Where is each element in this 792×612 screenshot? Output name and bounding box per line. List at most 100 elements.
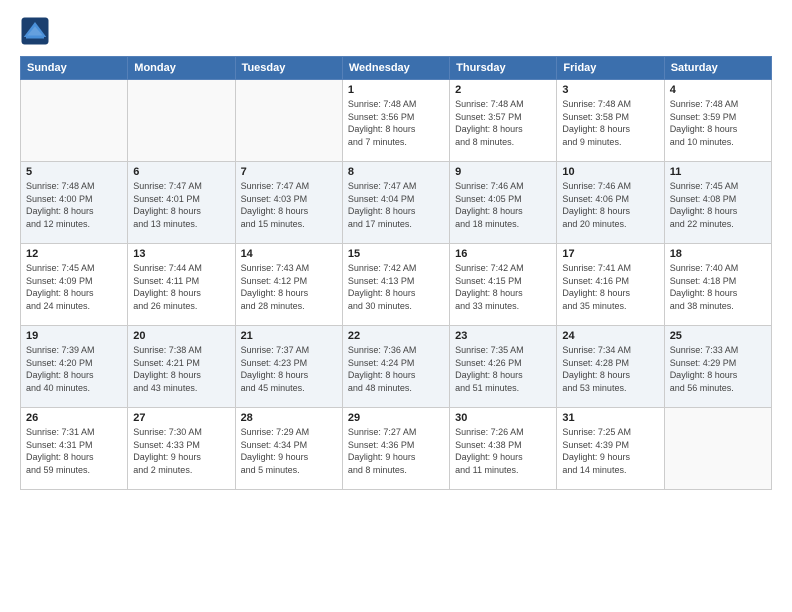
day-number: 29	[348, 412, 444, 424]
calendar-cell: 13 Sunrise: 7:44 AM Sunset: 4:11 PM Dayli…	[128, 244, 235, 326]
day-info: Sunrise: 7:36 AM Sunset: 4:24 PM Dayligh…	[348, 344, 444, 394]
day-info: Sunrise: 7:26 AM Sunset: 4:38 PM Dayligh…	[455, 426, 551, 476]
day-number: 26	[26, 412, 122, 424]
day-info: Sunrise: 7:27 AM Sunset: 4:36 PM Dayligh…	[348, 426, 444, 476]
header	[20, 16, 772, 46]
calendar-cell: 20Sunrise: 7:38 AM Sunset: 4:21 PM Dayli…	[128, 326, 235, 408]
calendar-cell: 8Sunrise: 7:47 AM Sunset: 4:04 PM Daylig…	[342, 162, 449, 244]
week-row-3: 12 Sunrise: 7:45 AM Sunset: 4:09 PM Dayli…	[21, 244, 772, 326]
calendar-cell: 18 Sunrise: 7:40 AM Sunset: 4:18 PM Dayli…	[664, 244, 771, 326]
day-number: 23	[455, 330, 551, 342]
day-info: Sunrise: 7:34 AM Sunset: 4:28 PM Dayligh…	[562, 344, 658, 394]
weekday-header-thursday: Thursday	[450, 57, 557, 80]
calendar-cell: 4 Sunrise: 7:48 AM Sunset: 3:59 PM Daylig…	[664, 80, 771, 162]
calendar-cell: 29 Sunrise: 7:27 AM Sunset: 4:36 PM Dayli…	[342, 408, 449, 490]
calendar-cell: 19Sunrise: 7:39 AM Sunset: 4:20 PM Dayli…	[21, 326, 128, 408]
week-row-4: 19Sunrise: 7:39 AM Sunset: 4:20 PM Dayli…	[21, 326, 772, 408]
page: SundayMondayTuesdayWednesdayThursdayFrid…	[0, 0, 792, 612]
day-info: Sunrise: 7:35 AM Sunset: 4:26 PM Dayligh…	[455, 344, 551, 394]
calendar-cell: 1Sunrise: 7:48 AM Sunset: 3:56 PM Daylig…	[342, 80, 449, 162]
day-number: 28	[241, 412, 337, 424]
day-number: 12	[26, 248, 122, 260]
calendar-cell	[235, 80, 342, 162]
day-info: Sunrise: 7:46 AM Sunset: 4:05 PM Dayligh…	[455, 180, 551, 230]
weekday-header-monday: Monday	[128, 57, 235, 80]
week-row-1: 1Sunrise: 7:48 AM Sunset: 3:56 PM Daylig…	[21, 80, 772, 162]
calendar-cell: 30Sunrise: 7:26 AM Sunset: 4:38 PM Dayli…	[450, 408, 557, 490]
calendar-cell: 26Sunrise: 7:31 AM Sunset: 4:31 PM Dayli…	[21, 408, 128, 490]
day-number: 4	[670, 84, 766, 96]
week-row-5: 26Sunrise: 7:31 AM Sunset: 4:31 PM Dayli…	[21, 408, 772, 490]
weekday-header-saturday: Saturday	[664, 57, 771, 80]
day-info: Sunrise: 7:37 AM Sunset: 4:23 PM Dayligh…	[241, 344, 337, 394]
logo	[20, 16, 54, 46]
calendar-cell: 2 Sunrise: 7:48 AM Sunset: 3:57 PM Daylig…	[450, 80, 557, 162]
calendar-cell: 28 Sunrise: 7:29 AM Sunset: 4:34 PM Dayli…	[235, 408, 342, 490]
calendar: SundayMondayTuesdayWednesdayThursdayFrid…	[20, 56, 772, 490]
calendar-cell: 15 Sunrise: 7:42 AM Sunset: 4:13 PM Dayli…	[342, 244, 449, 326]
calendar-cell: 3 Sunrise: 7:48 AM Sunset: 3:58 PM Daylig…	[557, 80, 664, 162]
day-number: 9	[455, 166, 551, 178]
day-info: Sunrise: 7:41 AM Sunset: 4:16 PM Dayligh…	[562, 262, 658, 312]
day-info: Sunrise: 7:40 AM Sunset: 4:18 PM Dayligh…	[670, 262, 766, 312]
day-info: Sunrise: 7:47 AM Sunset: 4:03 PM Dayligh…	[241, 180, 337, 230]
day-number: 17	[562, 248, 658, 260]
day-number: 21	[241, 330, 337, 342]
day-info: Sunrise: 7:48 AM Sunset: 3:59 PM Dayligh…	[670, 98, 766, 148]
day-info: Sunrise: 7:47 AM Sunset: 4:04 PM Dayligh…	[348, 180, 444, 230]
day-number: 20	[133, 330, 229, 342]
day-number: 11	[670, 166, 766, 178]
day-info: Sunrise: 7:29 AM Sunset: 4:34 PM Dayligh…	[241, 426, 337, 476]
calendar-cell	[128, 80, 235, 162]
day-number: 3	[562, 84, 658, 96]
day-number: 16	[455, 248, 551, 260]
calendar-cell: 31 Sunrise: 7:25 AM Sunset: 4:39 PM Dayli…	[557, 408, 664, 490]
day-number: 6	[133, 166, 229, 178]
weekday-header-tuesday: Tuesday	[235, 57, 342, 80]
day-number: 10	[562, 166, 658, 178]
calendar-cell: 14Sunrise: 7:43 AM Sunset: 4:12 PM Dayli…	[235, 244, 342, 326]
day-info: Sunrise: 7:30 AM Sunset: 4:33 PM Dayligh…	[133, 426, 229, 476]
calendar-cell: 25Sunrise: 7:33 AM Sunset: 4:29 PM Dayli…	[664, 326, 771, 408]
calendar-cell	[21, 80, 128, 162]
calendar-cell: 23 Sunrise: 7:35 AM Sunset: 4:26 PM Dayli…	[450, 326, 557, 408]
day-info: Sunrise: 7:44 AM Sunset: 4:11 PM Dayligh…	[133, 262, 229, 312]
week-row-2: 5 Sunrise: 7:48 AM Sunset: 4:00 PM Daylig…	[21, 162, 772, 244]
day-info: Sunrise: 7:48 AM Sunset: 3:58 PM Dayligh…	[562, 98, 658, 148]
calendar-cell: 16 Sunrise: 7:42 AM Sunset: 4:15 PM Dayli…	[450, 244, 557, 326]
day-info: Sunrise: 7:43 AM Sunset: 4:12 PM Dayligh…	[241, 262, 337, 312]
day-info: Sunrise: 7:42 AM Sunset: 4:15 PM Dayligh…	[455, 262, 551, 312]
day-info: Sunrise: 7:45 AM Sunset: 4:09 PM Dayligh…	[26, 262, 122, 312]
calendar-cell: 24 Sunrise: 7:34 AM Sunset: 4:28 PM Dayli…	[557, 326, 664, 408]
calendar-cell: 10 Sunrise: 7:46 AM Sunset: 4:06 PM Dayli…	[557, 162, 664, 244]
calendar-cell: 6Sunrise: 7:47 AM Sunset: 4:01 PM Daylig…	[128, 162, 235, 244]
day-info: Sunrise: 7:48 AM Sunset: 4:00 PM Dayligh…	[26, 180, 122, 230]
day-info: Sunrise: 7:45 AM Sunset: 4:08 PM Dayligh…	[670, 180, 766, 230]
day-number: 31	[562, 412, 658, 424]
calendar-cell: 5 Sunrise: 7:48 AM Sunset: 4:00 PM Daylig…	[21, 162, 128, 244]
day-info: Sunrise: 7:48 AM Sunset: 3:57 PM Dayligh…	[455, 98, 551, 148]
calendar-cell: 21 Sunrise: 7:37 AM Sunset: 4:23 PM Dayli…	[235, 326, 342, 408]
day-number: 15	[348, 248, 444, 260]
day-number: 13	[133, 248, 229, 260]
day-info: Sunrise: 7:46 AM Sunset: 4:06 PM Dayligh…	[562, 180, 658, 230]
day-number: 18	[670, 248, 766, 260]
day-number: 24	[562, 330, 658, 342]
calendar-cell: 12 Sunrise: 7:45 AM Sunset: 4:09 PM Dayli…	[21, 244, 128, 326]
weekday-header-row: SundayMondayTuesdayWednesdayThursdayFrid…	[21, 57, 772, 80]
day-number: 27	[133, 412, 229, 424]
day-number: 5	[26, 166, 122, 178]
day-info: Sunrise: 7:33 AM Sunset: 4:29 PM Dayligh…	[670, 344, 766, 394]
day-number: 22	[348, 330, 444, 342]
day-number: 7	[241, 166, 337, 178]
day-info: Sunrise: 7:42 AM Sunset: 4:13 PM Dayligh…	[348, 262, 444, 312]
weekday-header-friday: Friday	[557, 57, 664, 80]
day-info: Sunrise: 7:39 AM Sunset: 4:20 PM Dayligh…	[26, 344, 122, 394]
calendar-cell: 17 Sunrise: 7:41 AM Sunset: 4:16 PM Dayli…	[557, 244, 664, 326]
day-number: 2	[455, 84, 551, 96]
calendar-cell: 22 Sunrise: 7:36 AM Sunset: 4:24 PM Dayli…	[342, 326, 449, 408]
calendar-cell: 7 Sunrise: 7:47 AM Sunset: 4:03 PM Daylig…	[235, 162, 342, 244]
day-info: Sunrise: 7:25 AM Sunset: 4:39 PM Dayligh…	[562, 426, 658, 476]
calendar-cell: 11 Sunrise: 7:45 AM Sunset: 4:08 PM Dayli…	[664, 162, 771, 244]
weekday-header-sunday: Sunday	[21, 57, 128, 80]
